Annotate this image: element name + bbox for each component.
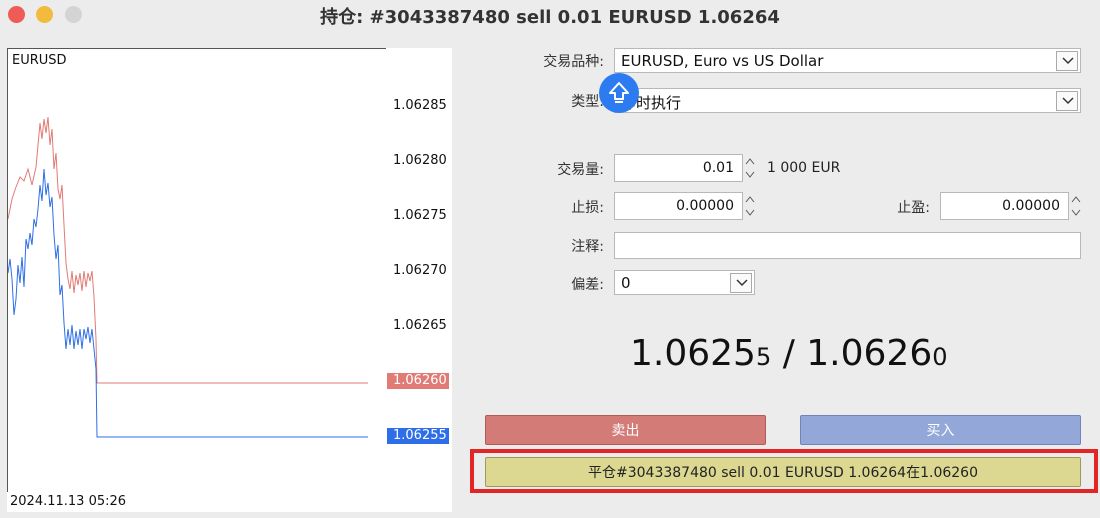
stop-loss-label: 止损: xyxy=(571,200,604,216)
take-profit-input[interactable]: 0.00000 xyxy=(940,192,1069,220)
chevron-down-icon[interactable] xyxy=(1056,91,1078,111)
window-title: 持仓: #3043387480 sell 0.01 EURUSD 1.06264 xyxy=(320,7,780,28)
symbol-value: EURUSD, Euro vs US Dollar xyxy=(621,52,824,70)
deviation-value: 0 xyxy=(621,274,631,292)
volume-spinner[interactable] xyxy=(745,155,755,181)
chart-svg xyxy=(8,116,368,438)
deviation-label: 偏差: xyxy=(571,277,604,293)
volume-input[interactable]: 0.01 xyxy=(614,154,743,182)
buy-button[interactable]: 买入 xyxy=(800,415,1081,445)
ask-price-pip: 0 xyxy=(932,343,948,371)
close-position-button[interactable]: 平仓#3043387480 sell 0.01 EURUSD 1.06264在1… xyxy=(485,457,1081,487)
spinner-arrows-icon[interactable] xyxy=(745,155,755,181)
shift-up-arrow-icon[interactable] xyxy=(599,73,639,113)
y-tick-label: 1.06270 xyxy=(393,263,447,278)
volume-unit: 1 000 EUR xyxy=(767,160,841,176)
deviation-select[interactable]: 0 xyxy=(614,270,755,295)
ask-price-tag: 1.06260 xyxy=(387,373,449,389)
stop-loss-spinner[interactable] xyxy=(745,193,755,219)
bid-price-pip: 5 xyxy=(755,343,772,371)
chevron-down-icon[interactable] xyxy=(1056,51,1078,71)
symbol-select[interactable]: EURUSD, Euro vs US Dollar xyxy=(614,48,1081,73)
tick-chart xyxy=(7,48,387,494)
comment-label: 注释: xyxy=(571,239,604,255)
symbol-label: 交易品种: xyxy=(543,54,604,70)
stop-loss-input[interactable]: 0.00000 xyxy=(614,192,743,220)
take-profit-label: 止盈: xyxy=(897,200,930,216)
y-tick-label: 1.06275 xyxy=(393,208,447,223)
y-tick-label: 1.06280 xyxy=(393,153,447,168)
y-tick-label: 1.06265 xyxy=(393,318,447,333)
spinner-arrows-icon[interactable] xyxy=(1071,193,1081,219)
spinner-arrows-icon[interactable] xyxy=(745,193,755,219)
bid-ask-quote: 1.06255 / 1.06260 xyxy=(630,333,948,374)
bid-price-line xyxy=(8,168,368,438)
volume-label: 交易量: xyxy=(557,162,604,178)
quote-separator: / xyxy=(771,333,807,374)
ask-price-line xyxy=(8,116,368,384)
bid-price-tag: 1.06255 xyxy=(387,428,449,444)
sell-button[interactable]: 卖出 xyxy=(485,415,766,445)
ask-price-main: 1.0626 xyxy=(806,333,933,374)
bid-price-main: 1.0625 xyxy=(630,333,756,374)
comment-input[interactable] xyxy=(614,232,1081,259)
chart-time-label: 2024.11.13 05:26 xyxy=(10,494,127,509)
type-select[interactable]: 即时执行 xyxy=(614,88,1081,113)
chevron-down-icon[interactable] xyxy=(730,273,752,293)
type-label: 类型: xyxy=(571,94,604,110)
y-tick-label: 1.06285 xyxy=(393,98,447,113)
title-bar: 持仓: #3043387480 sell 0.01 EURUSD 1.06264 xyxy=(0,0,1100,30)
chart-symbol-label: EURUSD xyxy=(12,53,67,68)
take-profit-spinner[interactable] xyxy=(1071,193,1081,219)
